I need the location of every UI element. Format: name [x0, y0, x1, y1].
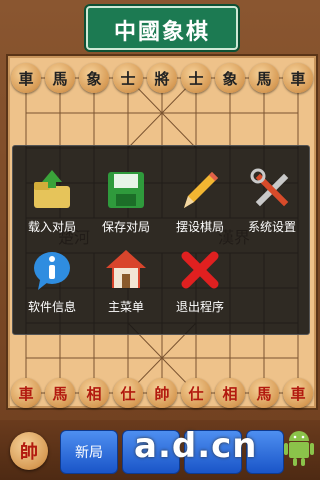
setup-board-button[interactable]: 摆设棋局 — [163, 166, 237, 235]
info-icon — [34, 252, 70, 290]
folder-load-icon — [34, 170, 70, 208]
load-game-button[interactable]: 载入对局 — [15, 166, 89, 235]
red-general[interactable]: 帥 — [147, 378, 177, 408]
turn-indicator-piece: 帥 — [10, 432, 48, 470]
floppy-save-icon — [108, 172, 144, 208]
title-banner: 中國象棋 — [86, 6, 238, 50]
red-horse[interactable]: 馬 — [249, 378, 279, 408]
red-advisor[interactable]: 仕 — [113, 378, 143, 408]
save-game-button[interactable]: 保存对局 — [89, 166, 163, 235]
menu-label: 保存对局 — [101, 220, 150, 234]
red-chariot[interactable]: 車 — [283, 378, 313, 408]
exit-x-icon — [181, 251, 219, 289]
menu-label: 软件信息 — [27, 300, 76, 314]
red-minister[interactable]: 相 — [79, 378, 109, 408]
black-horse[interactable]: 馬 — [45, 63, 75, 93]
black-advisor[interactable]: 士 — [113, 63, 143, 93]
black-elephant[interactable]: 象 — [79, 63, 109, 93]
black-elephant[interactable]: 象 — [215, 63, 245, 93]
menu-label: 摆设棋局 — [175, 220, 224, 234]
software-info-button[interactable]: 软件信息 — [15, 246, 89, 315]
main-menu-button[interactable]: 主菜单 — [89, 246, 163, 315]
system-settings-button[interactable]: 系统设置 — [235, 166, 309, 235]
black-chariot[interactable]: 車 — [11, 63, 41, 93]
menu-label: 载入对局 — [27, 220, 76, 234]
menu-label: 主菜单 — [107, 300, 144, 314]
red-advisor[interactable]: 仕 — [181, 378, 211, 408]
red-horse[interactable]: 馬 — [45, 378, 75, 408]
main-menu-dialog: 载入对局 保存对局 摆设棋局 系统设置 软件信息 主菜单 退出程序 — [12, 145, 310, 335]
tools-icon — [250, 168, 289, 207]
red-minister[interactable]: 相 — [215, 378, 245, 408]
black-general[interactable]: 將 — [147, 63, 177, 93]
new-game-button[interactable]: 新局 — [60, 430, 118, 474]
watermark-text: a.d.cn — [134, 426, 258, 466]
red-chariot[interactable]: 車 — [11, 378, 41, 408]
black-advisor[interactable]: 士 — [181, 63, 211, 93]
black-horse[interactable]: 馬 — [249, 63, 279, 93]
menu-label: 退出程序 — [175, 300, 224, 314]
menu-label: 系统设置 — [247, 220, 296, 234]
home-icon — [106, 250, 146, 288]
android-robot-icon — [284, 431, 314, 466]
app-title: 中國象棋 — [113, 19, 210, 45]
black-chariot[interactable]: 車 — [283, 63, 313, 93]
exit-program-button[interactable]: 退出程序 — [163, 246, 237, 315]
pencil-icon — [184, 172, 218, 208]
